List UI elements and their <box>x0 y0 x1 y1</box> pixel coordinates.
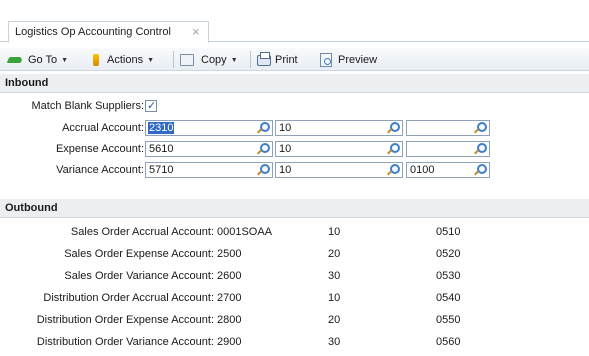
lookup-icon[interactable] <box>473 143 487 156</box>
outbound-col3: 0560 <box>436 336 461 348</box>
goto-label: Go To <box>28 54 58 66</box>
tab-logistics-op-accounting-control[interactable]: Logistics Op Accounting Control × <box>8 21 209 43</box>
variance-account-field-2[interactable]: 10 <box>275 162 403 178</box>
lookup-icon[interactable] <box>256 143 270 156</box>
variance-account-field[interactable]: 5710 <box>145 162 273 178</box>
lookup-icon[interactable] <box>256 122 270 135</box>
lookup-icon[interactable] <box>473 164 487 177</box>
outbound-col2: 30 <box>328 336 341 348</box>
lookup-icon[interactable] <box>386 122 400 135</box>
outbound-label: Sales Order Accrual Account: <box>70 226 214 238</box>
outbound-account: 2600 <box>217 270 242 282</box>
actions-button[interactable]: Actions ▼ <box>93 52 154 68</box>
print-button[interactable]: Print <box>257 51 298 68</box>
copy-button[interactable]: Copy ▼ <box>180 52 238 68</box>
preview-label: Preview <box>338 54 378 66</box>
outbound-label: Distribution Order Expense Account: <box>36 314 214 326</box>
chevron-down-icon: ▼ <box>230 56 238 64</box>
match-blank-suppliers-checkbox[interactable]: ✓ <box>145 100 157 112</box>
outbound-account: 2500 <box>217 248 242 260</box>
expense-account-field[interactable]: 5610 <box>145 141 273 157</box>
lookup-icon[interactable] <box>386 164 400 177</box>
outbound-col2: 30 <box>328 270 341 282</box>
outbound-label: Distribution Order Variance Account: <box>36 336 214 348</box>
outbound-section-header: Outbound <box>0 199 589 218</box>
tab-title: Logistics Op Accounting Control <box>15 26 171 38</box>
outbound-account: 2800 <box>217 314 242 326</box>
chevron-down-icon: ▼ <box>61 56 69 64</box>
accrual-account-value-2: 10 <box>279 122 292 134</box>
expense-account-value-2: 10 <box>279 143 292 155</box>
outbound-label: Sales Order Variance Account: <box>64 270 214 282</box>
match-blank-suppliers-label: Match Blank Suppliers: <box>31 100 145 112</box>
lookup-icon[interactable] <box>256 164 270 177</box>
toolbar-divider <box>250 51 251 68</box>
outbound-account: 0001SOAA <box>217 226 273 238</box>
outbound-col2: 20 <box>328 248 341 260</box>
expense-account-label: Expense Account: <box>55 143 144 155</box>
outbound-label: Distribution Order Accrual Account: <box>43 292 214 304</box>
outbound-col3: 0520 <box>436 248 461 260</box>
toolbar-divider <box>173 51 174 68</box>
expense-account-value: 5610 <box>149 143 174 155</box>
variance-account-field-3[interactable]: 0100 <box>406 162 490 178</box>
outbound-col3: 0530 <box>436 270 461 282</box>
expense-account-field-3[interactable] <box>406 141 490 157</box>
outbound-col3: 0510 <box>436 226 461 238</box>
outbound-col2: 10 <box>328 292 341 304</box>
outbound-col2: 10 <box>328 226 341 238</box>
inbound-title: Inbound <box>5 77 49 89</box>
expense-account-field-2[interactable]: 10 <box>275 141 403 157</box>
toolbar: Go To ▼ Actions ▼ Copy ▼ Print Preview <box>0 48 589 71</box>
outbound-col3: 0540 <box>436 292 461 304</box>
inbound-section-header: Inbound <box>0 74 589 93</box>
print-label: Print <box>275 54 298 66</box>
accrual-account-field-2[interactable]: 10 <box>275 120 403 136</box>
accrual-account-field[interactable]: 2310 <box>145 120 273 136</box>
lookup-icon[interactable] <box>386 143 400 156</box>
outbound-account: 2900 <box>217 336 242 348</box>
preview-button[interactable]: Preview <box>320 52 377 68</box>
chevron-down-icon: ▼ <box>147 56 155 64</box>
outbound-col3: 0550 <box>436 314 461 326</box>
goto-icon <box>6 57 24 63</box>
accrual-account-field-3[interactable] <box>406 120 490 136</box>
variance-account-value: 5710 <box>149 164 174 176</box>
outbound-label: Sales Order Expense Account: <box>64 248 214 260</box>
actions-icon <box>93 54 99 66</box>
print-icon <box>257 51 271 66</box>
outbound-title: Outbound <box>5 202 58 214</box>
lookup-icon[interactable] <box>473 122 487 135</box>
variance-account-value-3: 0100 <box>410 164 435 176</box>
outbound-col2: 20 <box>328 314 341 326</box>
accrual-account-label: Accrual Account: <box>62 122 144 134</box>
copy-icon <box>180 54 194 66</box>
preview-icon <box>320 53 332 67</box>
accrual-account-value: 2310 <box>148 122 175 134</box>
goto-button[interactable]: Go To ▼ <box>6 52 69 68</box>
actions-label: Actions <box>107 54 144 66</box>
variance-account-value-2: 10 <box>279 164 292 176</box>
check-icon: ✓ <box>147 100 157 112</box>
close-icon[interactable]: × <box>192 24 200 39</box>
tab-strip: Logistics Op Accounting Control × <box>0 0 589 43</box>
outbound-account: 2700 <box>217 292 242 304</box>
copy-label: Copy <box>201 54 227 66</box>
variance-account-label: Variance Account: <box>56 164 144 176</box>
